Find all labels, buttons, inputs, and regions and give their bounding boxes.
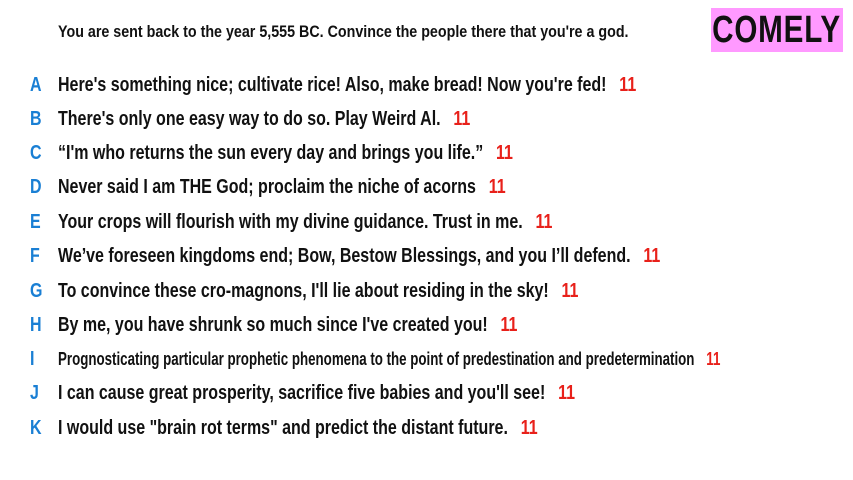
answer-score: 11 (520, 416, 538, 439)
answer-letter: G (30, 279, 43, 302)
answer-letter: K (30, 416, 42, 439)
answer-text: Never said I am THE God; proclaim the ni… (58, 175, 476, 198)
answer-letter: A (30, 73, 42, 96)
answer-letter: D (30, 175, 42, 198)
answer-letter: B (30, 107, 42, 130)
answer-content: Never said I am THE God; proclaim the ni… (58, 176, 506, 199)
answer-text: To convince these cro-magnons, I'll lie … (58, 279, 549, 302)
answer-text: Your crops will flourish with my divine … (58, 210, 523, 233)
answer-letter: H (30, 313, 42, 336)
answer-text: Prognosticating particular prophetic phe… (58, 348, 695, 369)
answer-score: 11 (561, 279, 579, 302)
answer-letter: F (30, 244, 40, 267)
answer-score: 11 (643, 244, 661, 267)
answer-content: I can cause great prosperity, sacrifice … (58, 382, 575, 405)
answer-text: Here's something nice; cultivate rice! A… (58, 73, 607, 96)
answer-letter: J (30, 381, 39, 404)
answer-score: 11 (453, 107, 471, 130)
answer-content: “I'm who returns the sun every day and b… (58, 142, 513, 165)
answer-letter: E (30, 210, 41, 233)
answer-text: We’ve foreseen kingdoms end; Bow, Bestow… (58, 244, 631, 267)
answer-score: 11 (619, 73, 637, 96)
answer-content: Prognosticating particular prophetic phe… (58, 349, 720, 370)
answer-letter: C (30, 141, 42, 164)
answer-content: To convince these cro-magnons, I'll lie … (58, 280, 578, 303)
answer-content: There's only one easy way to do so. Play… (58, 108, 470, 131)
answer-content: Your crops will flourish with my divine … (58, 211, 552, 234)
answer-text: There's only one easy way to do so. Play… (58, 107, 441, 130)
brand-badge: COMELY (711, 8, 843, 52)
answer-text: “I'm who returns the sun every day and b… (58, 141, 484, 164)
answer-text: I can cause great prosperity, sacrifice … (58, 381, 546, 404)
answer-content: By me, you have shrunk so much since I'v… (58, 314, 517, 337)
answer-score: 11 (535, 210, 553, 233)
answer-letter: I (30, 347, 35, 370)
answer-content: We’ve foreseen kingdoms end; Bow, Bestow… (58, 245, 660, 268)
answer-score: 11 (488, 175, 506, 198)
answer-content: Here's something nice; cultivate rice! A… (58, 74, 636, 97)
answer-content: I would use "brain rot terms" and predic… (58, 417, 538, 440)
answer-score: 11 (706, 348, 721, 369)
question-prompt: You are sent back to the year 5,555 BC. … (58, 22, 629, 41)
brand-logo-text: COMELY (712, 8, 842, 51)
answer-text: I would use "brain rot terms" and predic… (58, 416, 508, 439)
answer-text: By me, you have shrunk so much since I'v… (58, 313, 488, 336)
answer-score: 11 (496, 141, 513, 164)
answer-score: 11 (500, 313, 518, 336)
answer-score: 11 (558, 381, 575, 404)
